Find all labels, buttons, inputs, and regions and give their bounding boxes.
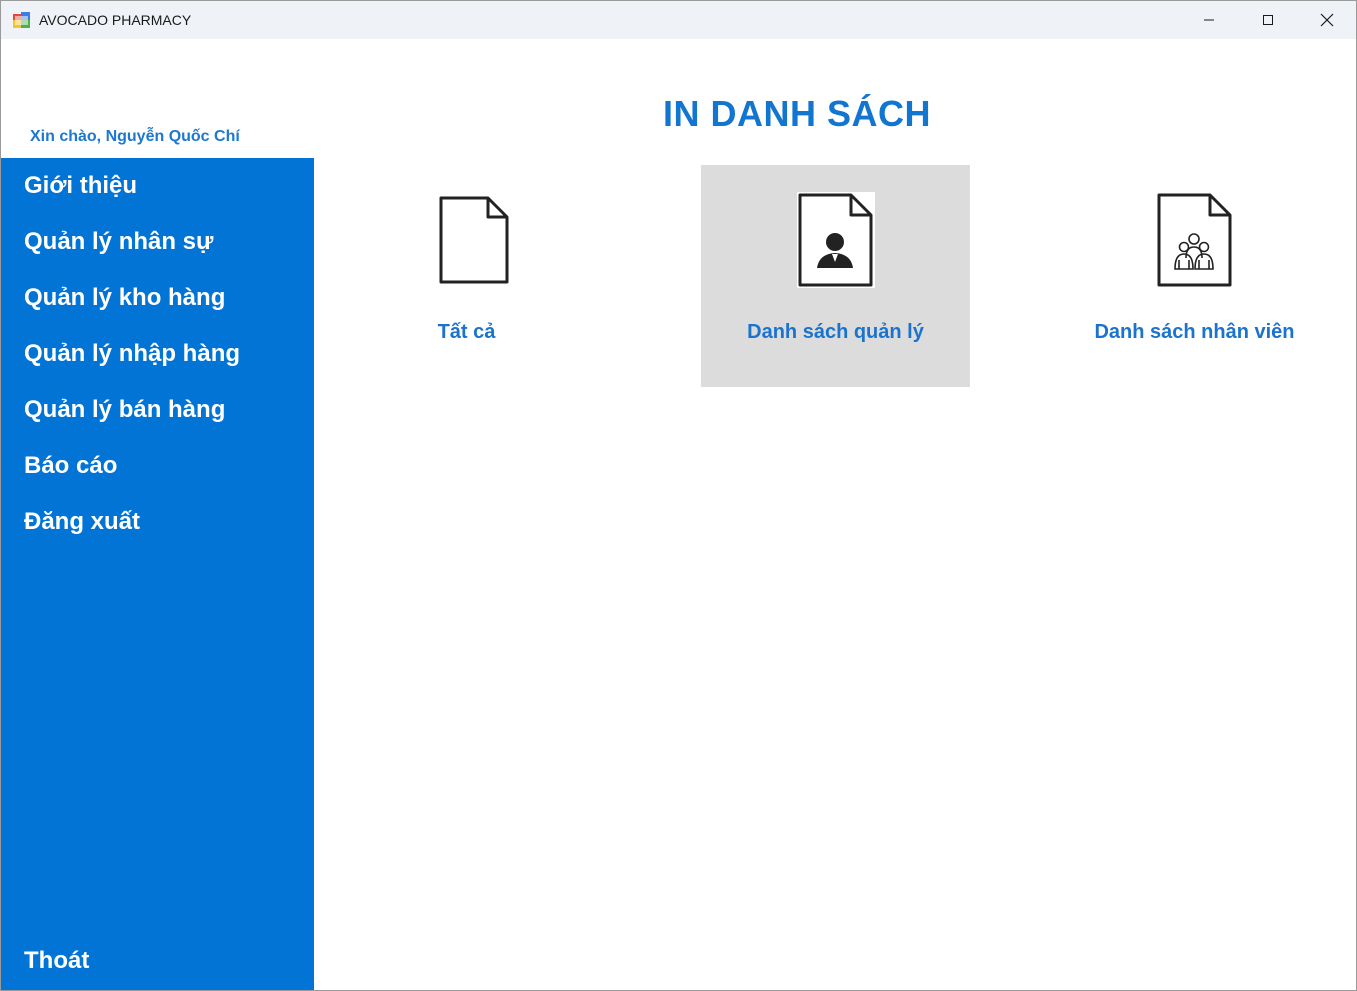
staff-document-icon — [1157, 193, 1232, 287]
window-title: AVOCADO PHARMACY — [39, 12, 192, 28]
sidebar: Giới thiệu Quản lý nhân sự Quản lý kho h… — [1, 158, 314, 990]
maximize-icon — [1263, 15, 1273, 25]
sidebar-item-quan-ly-ban-hang[interactable]: Quản lý bán hàng — [24, 396, 225, 424]
close-button[interactable] — [1298, 1, 1356, 39]
sidebar-item-dang-xuat[interactable]: Đăng xuất — [24, 508, 140, 536]
print-all-card[interactable]: Tất cả — [332, 165, 601, 387]
maximize-button[interactable] — [1239, 1, 1297, 39]
user-greeting: Xin chào, Nguyễn Quốc Chí — [30, 128, 240, 145]
card-label: Danh sách nhân viên — [1094, 321, 1295, 343]
app-icon — [13, 12, 30, 28]
manager-list-card[interactable]: Danh sách quản lý — [701, 165, 970, 387]
sidebar-item-gioi-thieu[interactable]: Giới thiệu — [24, 172, 137, 200]
blank-document-icon — [439, 196, 509, 284]
title-bar: AVOCADO PHARMACY — [1, 1, 1356, 39]
sidebar-item-quan-ly-kho-hang[interactable]: Quản lý kho hàng — [24, 284, 225, 312]
sidebar-item-bao-cao[interactable]: Báo cáo — [24, 452, 117, 480]
minimize-icon — [1204, 19, 1214, 21]
app-window: AVOCADO PHARMACY Xin chào, Nguyễn Quốc C… — [0, 0, 1357, 991]
exit-button[interactable]: Thoát — [24, 947, 89, 975]
manager-document-icon — [797, 192, 875, 288]
card-label: Danh sách quản lý — [747, 321, 924, 343]
minimize-button[interactable] — [1180, 1, 1238, 39]
page-title: IN DANH SÁCH — [663, 93, 932, 134]
card-label: Tất cả — [437, 321, 496, 343]
close-icon — [1320, 13, 1334, 27]
staff-list-card[interactable]: Danh sách nhân viên — [1060, 165, 1329, 387]
sidebar-item-quan-ly-nhap-hang[interactable]: Quản lý nhập hàng — [24, 340, 240, 368]
sidebar-item-quan-ly-nhan-su[interactable]: Quản lý nhân sự — [24, 228, 213, 256]
